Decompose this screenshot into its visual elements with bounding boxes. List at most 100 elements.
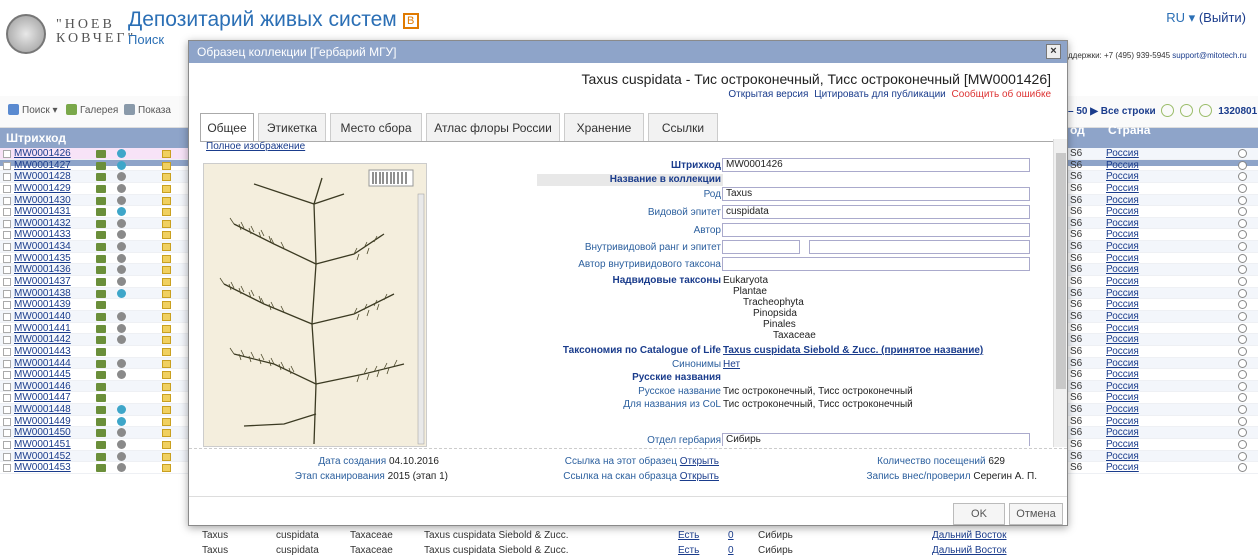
country-link[interactable]: Россия — [1106, 439, 1139, 451]
folder-icon[interactable] — [162, 231, 171, 240]
barcode-link[interactable]: MW0001440 — [14, 311, 71, 323]
table-row[interactable]: MW0001433 — [0, 229, 188, 242]
label-icon[interactable] — [96, 231, 106, 240]
synonyms-link[interactable]: Нет — [723, 359, 740, 370]
minus-icon[interactable] — [1238, 370, 1247, 380]
minus-icon[interactable] — [1238, 416, 1247, 426]
folder-icon[interactable] — [162, 394, 171, 403]
language-selector[interactable]: RU ▾ (Выйти) — [1166, 10, 1246, 26]
row-checkbox[interactable] — [3, 184, 11, 193]
table-row[interactable]: MW0001434 — [0, 241, 188, 253]
barcode-link[interactable]: MW0001450 — [14, 427, 71, 439]
close-icon[interactable]: × — [1046, 44, 1061, 59]
minus-icon[interactable] — [1238, 463, 1247, 473]
label-icon[interactable] — [96, 278, 106, 287]
folder-icon[interactable] — [162, 254, 171, 263]
label-icon[interactable] — [96, 359, 106, 368]
country-link[interactable]: Россия — [1106, 462, 1139, 474]
table-row[interactable]: S6 Россия — [1066, 462, 1258, 474]
table-row[interactable]: MW0001445 — [0, 369, 188, 381]
specimen-open-link[interactable]: Открыть — [680, 456, 719, 467]
label-icon[interactable] — [96, 150, 106, 158]
country-link[interactable]: Россия — [1106, 288, 1139, 300]
country-link[interactable]: Россия — [1106, 369, 1139, 381]
globe-icon[interactable] — [117, 218, 126, 228]
minus-icon[interactable] — [1238, 149, 1247, 158]
globe-icon[interactable] — [117, 207, 126, 217]
barcode-link[interactable]: MW0001437 — [14, 276, 71, 288]
count-link[interactable]: 0 — [728, 545, 734, 557]
specimen-image[interactable] — [203, 163, 427, 447]
open-version-link[interactable]: Открытая версия — [728, 89, 808, 100]
barcode-link[interactable]: MW0001433 — [14, 229, 71, 241]
table-row[interactable]: S6 Россия — [1066, 299, 1258, 311]
barcode-link[interactable]: MW0001428 — [14, 171, 71, 183]
label-icon[interactable] — [96, 173, 106, 182]
country-link[interactable]: Россия — [1106, 206, 1139, 218]
table-row[interactable]: S6 Россия — [1066, 369, 1258, 381]
row-checkbox[interactable] — [3, 161, 11, 170]
row-checkbox[interactable] — [3, 359, 11, 368]
minus-icon[interactable] — [1238, 405, 1247, 415]
logout-link[interactable]: (Выйти) — [1199, 10, 1246, 25]
minus-icon[interactable] — [1238, 358, 1247, 368]
export-icon[interactable] — [1180, 104, 1194, 117]
barcode-link[interactable]: MW0001449 — [14, 416, 71, 428]
minus-icon[interactable] — [1238, 265, 1247, 275]
table-row[interactable]: S6 Россия — [1066, 160, 1258, 172]
table-row[interactable]: S6 Россия — [1066, 380, 1258, 393]
barcode-link[interactable]: MW0001441 — [14, 323, 71, 335]
table-row[interactable]: S6 Россия — [1066, 404, 1258, 416]
minus-icon[interactable] — [1238, 172, 1247, 182]
country-link[interactable]: Россия — [1106, 346, 1139, 358]
country-link[interactable]: Россия — [1106, 311, 1139, 323]
barcode-link[interactable]: MW0001438 — [14, 288, 71, 300]
minus-icon[interactable] — [1238, 311, 1247, 321]
minus-icon[interactable] — [1238, 393, 1247, 403]
table-row[interactable]: MW0001448 — [0, 404, 188, 416]
row-checkbox[interactable] — [3, 173, 11, 182]
folder-icon[interactable] — [162, 347, 171, 356]
dialog-titlebar[interactable]: Образец коллекции [Гербарий МГУ] × — [189, 41, 1067, 63]
support-email[interactable]: support@mitotech.ru — [1172, 51, 1246, 60]
folder-icon[interactable] — [162, 429, 171, 438]
site-title[interactable]: Депозитарий живых систем В — [128, 8, 419, 32]
refresh-icon[interactable] — [1161, 104, 1175, 117]
barcode-link[interactable]: MW0001446 — [14, 381, 71, 393]
genus-field[interactable]: Taxus — [722, 187, 1030, 201]
table-row[interactable]: S6 Россия — [1066, 450, 1258, 463]
row-checkbox[interactable] — [3, 452, 11, 461]
row-checkbox[interactable] — [3, 347, 11, 356]
label-icon[interactable] — [96, 371, 106, 380]
table-row[interactable]: S6 Россия — [1066, 323, 1258, 335]
minus-icon[interactable] — [1238, 207, 1247, 217]
table-row[interactable]: MW0001430 — [0, 194, 188, 207]
cancel-button[interactable]: Отмена — [1009, 503, 1063, 525]
country-link[interactable]: Россия — [1106, 323, 1139, 335]
label-icon[interactable] — [96, 324, 106, 333]
country-link[interactable]: Россия — [1106, 427, 1139, 439]
table-row[interactable]: MW0001427 — [0, 160, 188, 172]
country-link[interactable]: Россия — [1106, 451, 1139, 463]
row-checkbox[interactable] — [3, 406, 11, 415]
table-row[interactable]: S6 Россия — [1066, 206, 1258, 218]
folder-icon[interactable] — [162, 336, 171, 345]
table-row[interactable]: S6 Россия — [1066, 427, 1258, 440]
tab-general[interactable]: Общее — [200, 113, 254, 142]
globe-icon[interactable] — [117, 149, 126, 158]
row-checkbox[interactable] — [3, 219, 11, 228]
barcode-link[interactable]: MW0001452 — [14, 451, 71, 463]
scrollbar-thumb[interactable] — [1056, 153, 1066, 389]
label-icon[interactable] — [96, 289, 106, 298]
row-checkbox[interactable] — [3, 336, 11, 345]
country-link[interactable]: Россия — [1106, 416, 1139, 428]
row-checkbox[interactable] — [3, 371, 11, 380]
country-link[interactable]: Россия — [1106, 392, 1139, 404]
folder-icon[interactable] — [162, 406, 171, 415]
table-row[interactable]: S6 Россия — [1066, 229, 1258, 242]
table-row[interactable]: MW0001441 — [0, 323, 188, 335]
country-link[interactable]: Россия — [1106, 229, 1139, 241]
table-row[interactable]: MW0001437 — [0, 276, 188, 288]
minus-icon[interactable] — [1238, 195, 1247, 205]
infra-rank-field[interactable] — [722, 240, 800, 254]
